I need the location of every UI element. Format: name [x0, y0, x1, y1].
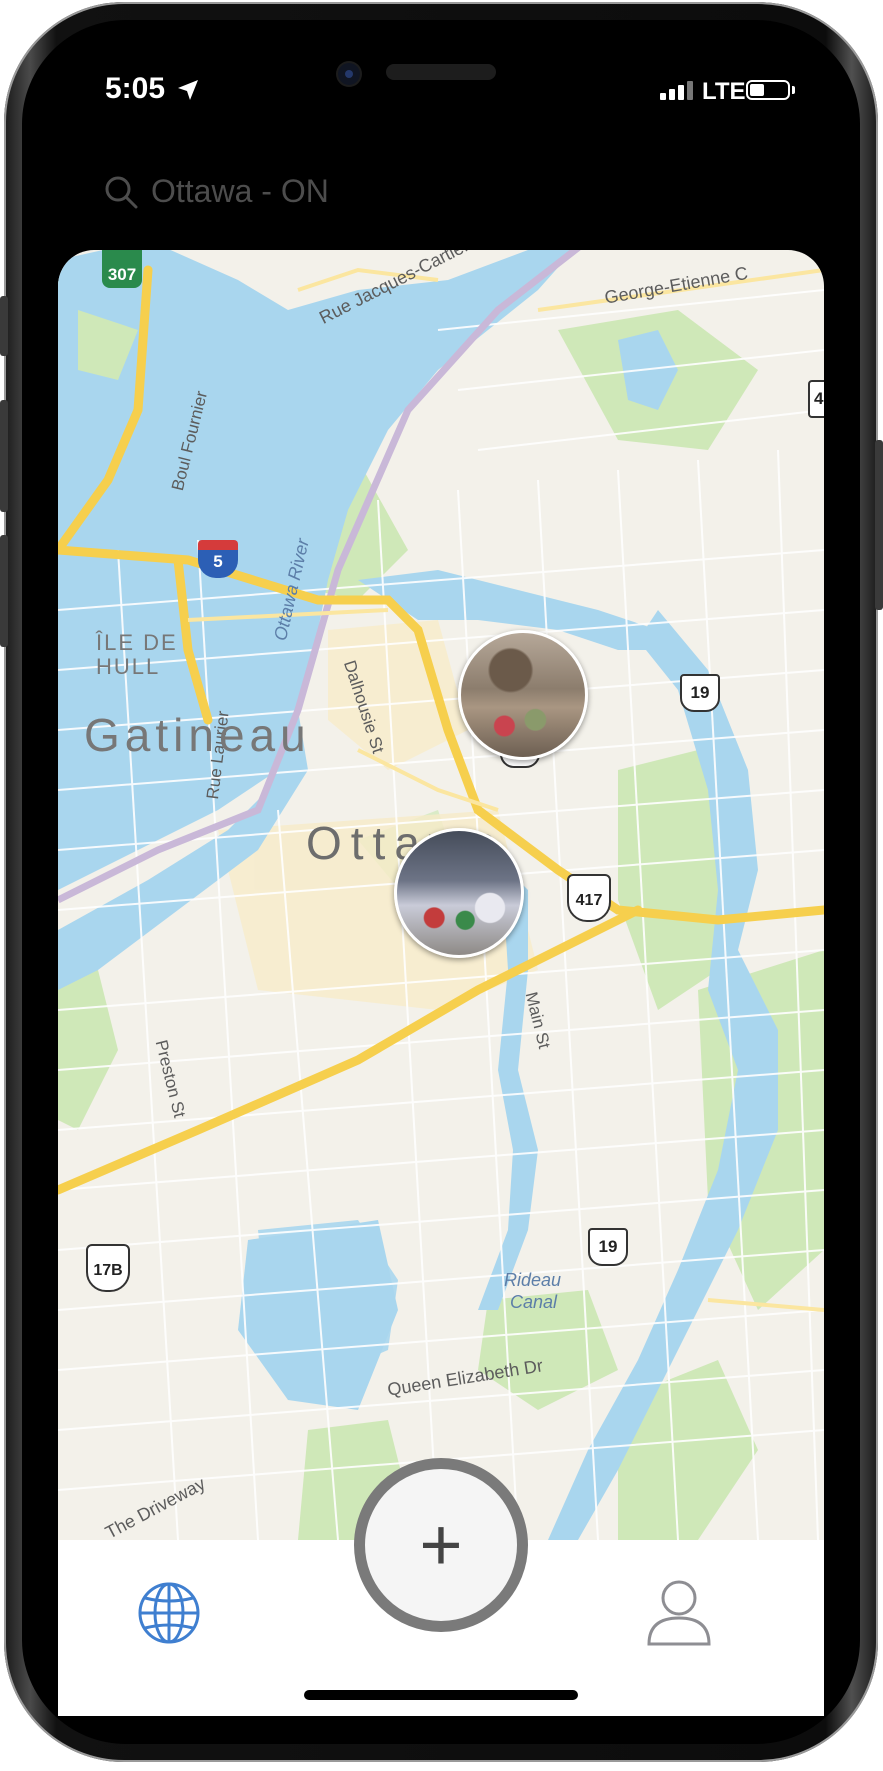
map-view[interactable]: Rue Jacques-Cartier George-Etienne C Bou…: [58, 250, 824, 1540]
add-report-button[interactable]: +: [354, 1458, 528, 1632]
search-icon: [105, 176, 138, 209]
photo-pin-litter-2[interactable]: [394, 828, 524, 958]
route-shield-17b: 17B: [86, 1244, 130, 1292]
label-gatineau: Gatineau: [84, 709, 311, 761]
status-time: 5:05: [105, 72, 166, 105]
volume-down-button: [0, 535, 8, 647]
earpiece-speaker: [386, 64, 496, 80]
home-indicator[interactable]: [304, 1690, 578, 1700]
battery-icon: [746, 80, 790, 100]
route-shield-19-south: 19: [588, 1228, 628, 1266]
person-icon[interactable]: [646, 1578, 712, 1648]
battery-tip: [792, 86, 795, 94]
volume-up-button: [0, 400, 8, 512]
label-rideau: Rideau: [504, 1270, 562, 1290]
photo-pin-litter-1[interactable]: [458, 630, 588, 760]
location-arrow-icon: [178, 80, 198, 100]
front-camera: [338, 63, 360, 85]
label-canal: Canal: [510, 1292, 558, 1312]
label-ile-de: ÎLE DE: [96, 630, 178, 655]
search-location-text: Ottawa - ON: [151, 173, 329, 209]
route-shield-5: 5: [198, 540, 238, 578]
route-shield-307: 307: [102, 250, 142, 288]
label-hull: HULL: [96, 654, 161, 679]
network-type: LTE: [702, 78, 746, 105]
mute-switch: [0, 296, 8, 356]
route-shield-19-north: 19: [680, 674, 720, 712]
route-shield-4: 4: [808, 380, 824, 418]
globe-icon[interactable]: [136, 1580, 202, 1646]
route-shield-417: 417: [567, 874, 611, 922]
plus-icon: +: [419, 1503, 463, 1586]
power-button: [875, 440, 883, 610]
location-search[interactable]: Ottawa - ON: [103, 170, 403, 212]
